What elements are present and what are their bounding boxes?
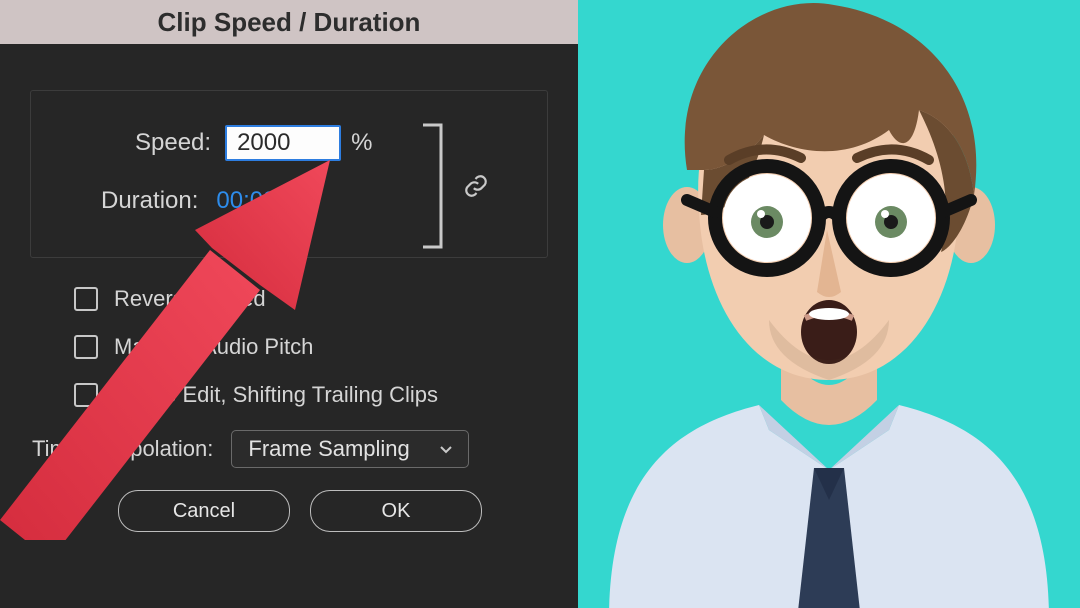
time-interpolation-label: Time Interpolation: xyxy=(32,436,213,462)
time-interpolation-row: Time Interpolation: Frame Sampling xyxy=(32,430,560,468)
link-icon[interactable] xyxy=(463,173,489,199)
time-interpolation-select[interactable]: Frame Sampling xyxy=(231,430,469,468)
checkbox-label: Maintain Audio Pitch xyxy=(114,334,313,360)
speed-row: Speed: % xyxy=(51,125,527,161)
ripple-edit-checkbox[interactable]: Ripple Edit, Shifting Trailing Clips xyxy=(74,382,560,408)
maintain-audio-pitch-checkbox[interactable]: Maintain Audio Pitch xyxy=(74,334,560,360)
checkbox-label: Ripple Edit, Shifting Trailing Clips xyxy=(114,382,438,408)
select-value: Frame Sampling xyxy=(248,436,409,462)
speed-unit: % xyxy=(351,129,372,157)
duration-value[interactable]: 00:03:52 xyxy=(216,187,309,215)
reverse-speed-checkbox[interactable]: Reverse Speed xyxy=(74,286,560,312)
speed-label: Speed: xyxy=(135,129,211,157)
cancel-button[interactable]: Cancel xyxy=(118,490,290,532)
checkbox-box xyxy=(74,287,98,311)
clip-speed-dialog: Clip Speed / Duration Speed: % Duration:… xyxy=(0,0,578,608)
speed-duration-group: Speed: % Duration: 00:03:52 xyxy=(30,90,548,258)
thumbnail-person-panel xyxy=(578,0,1080,608)
speed-input[interactable] xyxy=(225,125,341,161)
checkbox-label: Reverse Speed xyxy=(114,286,266,312)
surprised-person xyxy=(578,0,1080,608)
duration-label: Duration: xyxy=(101,187,198,215)
checkbox-box xyxy=(74,335,98,359)
duration-row: Duration: 00:03:52 xyxy=(51,187,527,215)
chevron-down-icon xyxy=(438,441,454,457)
dialog-buttons: Cancel OK xyxy=(118,490,560,532)
ok-button[interactable]: OK xyxy=(310,490,482,532)
dialog-title: Clip Speed / Duration xyxy=(0,0,578,44)
checkbox-list: Reverse Speed Maintain Audio Pitch Rippl… xyxy=(74,286,560,408)
checkbox-box xyxy=(74,383,98,407)
